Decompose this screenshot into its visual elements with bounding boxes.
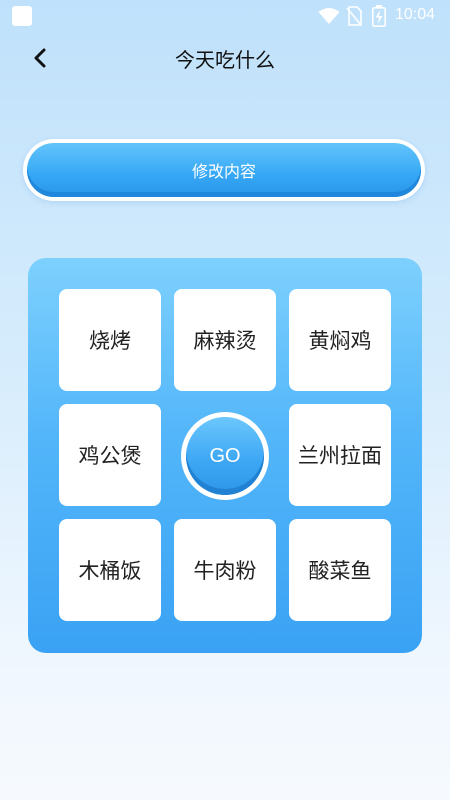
status-time: 10:04 (395, 6, 436, 23)
edit-button-frame: 修改内容 (23, 139, 425, 201)
go-button[interactable]: GO (181, 412, 269, 500)
food-cell-2[interactable]: 麻辣烫 (174, 289, 276, 391)
food-cell-6[interactable]: 木桶饭 (59, 519, 161, 621)
wifi-icon (318, 8, 340, 24)
page-title: 今天吃什么 (175, 48, 275, 72)
food-cell-4[interactable]: 鸡公煲 (59, 404, 161, 506)
food-cell-1[interactable]: 烧烤 (59, 289, 161, 391)
header: 今天吃什么 (0, 32, 450, 84)
battery-charging-icon (372, 5, 386, 27)
go-label: GO (186, 417, 264, 495)
food-cell-3[interactable]: 黄焖鸡 (289, 289, 391, 391)
status-bar: 10:04 (0, 0, 450, 32)
no-sim-icon (346, 6, 362, 26)
food-cell-7[interactable]: 牛肉粉 (174, 519, 276, 621)
edit-content-button[interactable]: 修改内容 (27, 143, 421, 197)
food-grid-panel: 烧烤 麻辣烫 黄焖鸡 鸡公煲 GO 兰州拉面 木桶饭 牛肉粉 酸菜鱼 (28, 258, 422, 653)
food-cell-5[interactable]: 兰州拉面 (289, 404, 391, 506)
notification-square-icon (12, 6, 32, 26)
food-cell-8[interactable]: 酸菜鱼 (289, 519, 391, 621)
